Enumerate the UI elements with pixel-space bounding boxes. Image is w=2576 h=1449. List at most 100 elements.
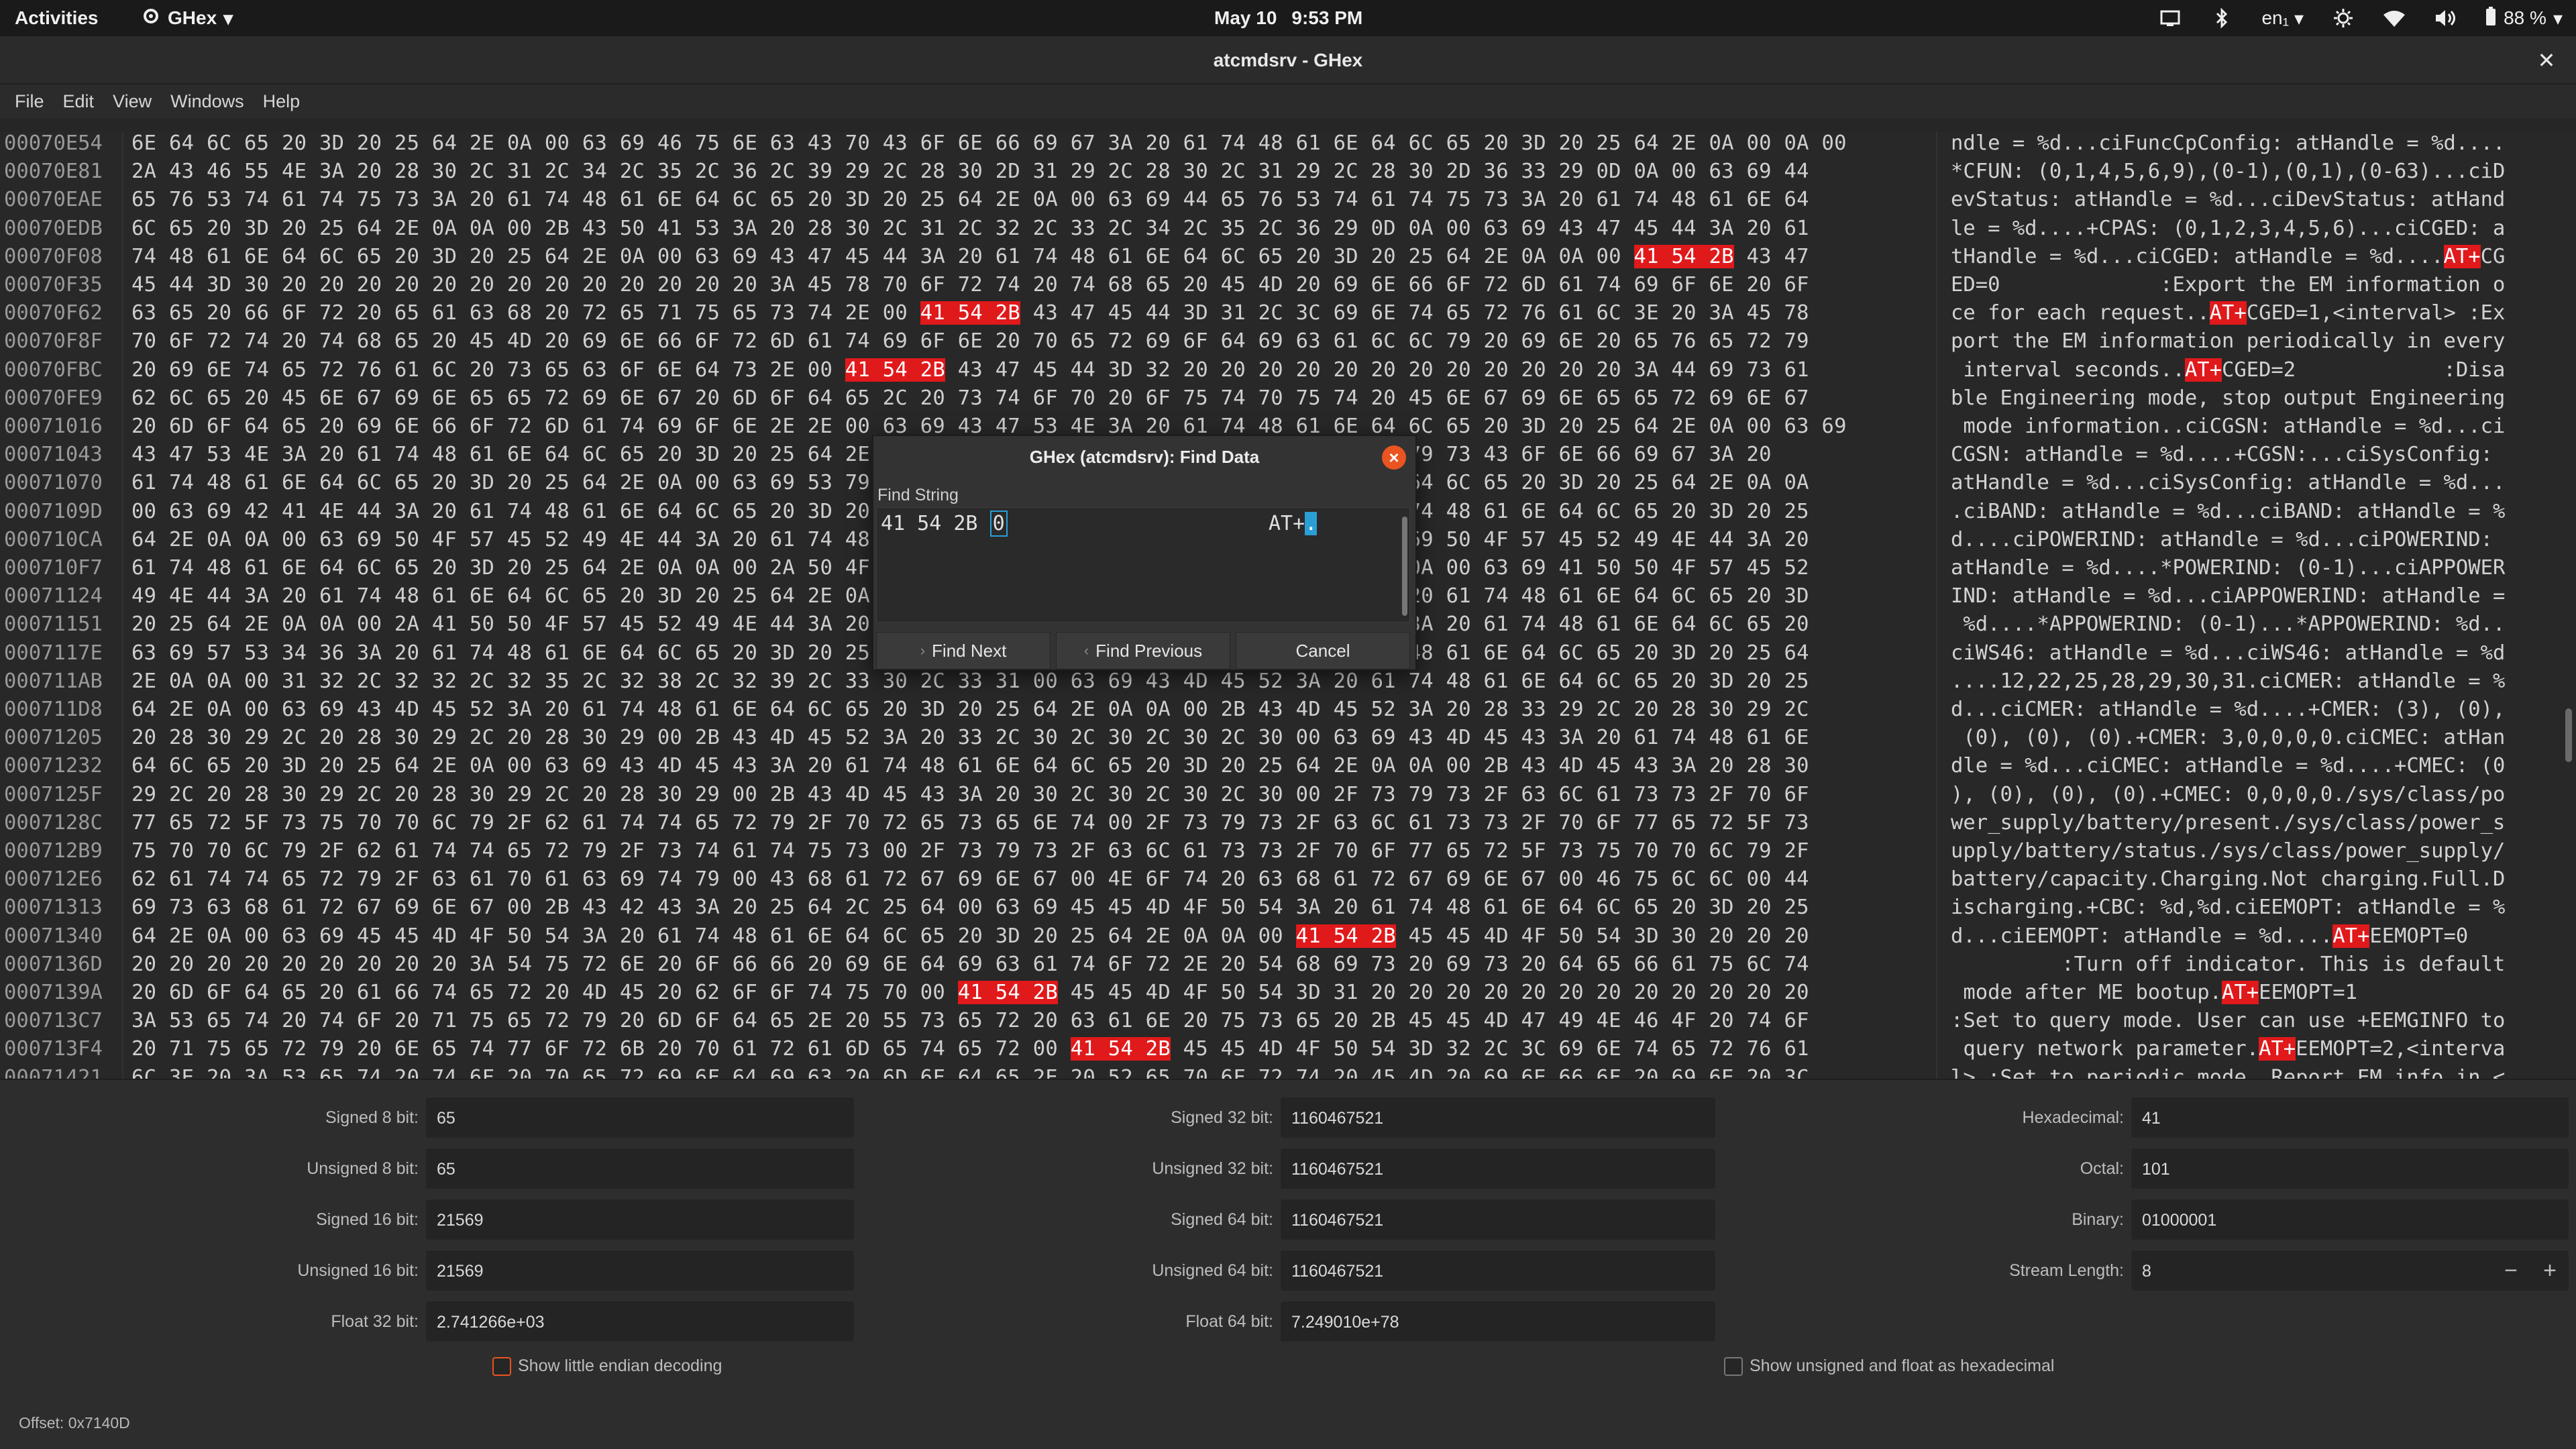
row-ascii[interactable]: ED=0 :Export the EM information o — [1951, 273, 2505, 297]
menu-help[interactable]: Help — [254, 91, 310, 112]
row-hex-bytes[interactable]: 64 2E 0A 00 63 69 43 4D 45 52 3A 20 61 7… — [131, 698, 1809, 721]
find-ascii-text[interactable]: AT+. — [1269, 512, 1318, 535]
row-hex-bytes[interactable]: 6E 64 6C 65 20 3D 20 25 64 2E 0A 00 63 6… — [131, 131, 1847, 155]
row-hex-bytes[interactable]: 62 61 74 74 65 72 79 2F 63 61 70 61 63 6… — [131, 867, 1809, 891]
little-endian-checkbox[interactable]: Show little endian decoding — [492, 1356, 722, 1376]
row-ascii[interactable]: :Turn off indicator. This is default — [1951, 953, 2505, 976]
row-hex-bytes[interactable]: 2A 43 46 55 4E 3A 20 28 30 2C 31 2C 34 2… — [131, 160, 1809, 183]
row-hex-bytes[interactable]: 2E 0A 0A 00 31 32 2C 32 32 2C 32 35 2C 3… — [131, 669, 1809, 693]
row-ascii[interactable]: (0), (0), (0).+CMER: 3,0,0,0,0.ciCMEC: a… — [1951, 726, 2505, 749]
row-ascii[interactable]: ischarging.+CBC: %d,%d.ciEEMOPT: atHandl… — [1951, 896, 2505, 919]
row-ascii[interactable]: port the EM information periodically in … — [1951, 329, 2505, 353]
screen-icon[interactable] — [2159, 7, 2182, 30]
clock-button[interactable]: May 10 9:53 PM — [1214, 0, 1362, 36]
row-hex-bytes[interactable]: 62 6C 65 20 45 6E 67 69 6E 65 65 72 69 6… — [131, 386, 1809, 410]
bluetooth-icon[interactable] — [2210, 7, 2233, 30]
row-hex-bytes[interactable]: 74 48 61 6E 64 6C 65 20 3D 20 25 64 2E 0… — [131, 244, 1809, 268]
menu-edit[interactable]: Edit — [54, 91, 104, 112]
row-hex-bytes[interactable]: 29 2C 20 28 30 29 2C 20 28 30 29 2C 20 2… — [131, 783, 1809, 806]
row-ascii[interactable]: mode after ME bootup.AT+EEMOPT=1 — [1951, 981, 2505, 1004]
row-hex-bytes[interactable]: 6C 65 20 3D 20 25 64 2E 0A 0A 00 2B 43 5… — [131, 217, 1809, 240]
unsigned-64-value[interactable]: 1160467521 — [1280, 1250, 1716, 1291]
row-ascii[interactable]: dle = %d...ciCMEC: atHandle = %d....+CME… — [1951, 754, 2505, 777]
row-hex-bytes[interactable]: 20 28 30 29 2C 20 28 30 29 2C 20 28 30 2… — [131, 726, 1809, 749]
row-hex-bytes[interactable]: 64 6C 65 20 3D 20 25 64 2E 0A 00 63 69 4… — [131, 754, 1809, 777]
row-ascii[interactable]: *CFUN: (0,1,4,5,6,9),(0-1),(0,1),(0-63).… — [1951, 160, 2505, 183]
row-hex-bytes[interactable]: 70 6F 72 74 20 74 68 65 20 45 4D 20 69 6… — [131, 329, 1809, 353]
row-ascii[interactable]: ), (0), (0), (0).+CMEC: 0,0,0,0./sys/cla… — [1951, 783, 2505, 806]
find-string-input[interactable]: 41 54 2B 0 AT+. — [876, 507, 1410, 623]
row-hex-bytes[interactable]: 69 73 63 68 61 72 67 69 6E 67 00 2B 43 4… — [131, 896, 1809, 919]
octal-value[interactable]: 101 — [2131, 1148, 2569, 1189]
row-ascii[interactable]: le = %d....+CPAS: (0,1,2,3,4,5,6)...ciCG… — [1951, 217, 2505, 240]
window-close-icon[interactable]: ✕ — [2533, 47, 2560, 74]
cancel-button[interactable]: Cancel — [1236, 632, 1410, 669]
hex-scrollbar[interactable] — [2565, 708, 2572, 762]
signed-64-value[interactable]: 1160467521 — [1280, 1199, 1716, 1240]
row-ascii[interactable]: evStatus: atHandle = %d...ciDevStatus: a… — [1951, 188, 2505, 211]
menu-windows[interactable]: Windows — [161, 91, 254, 112]
row-hex-bytes[interactable]: 63 65 20 66 6F 72 20 65 61 63 68 20 72 6… — [131, 301, 1809, 325]
menu-view[interactable]: View — [103, 91, 161, 112]
row-ascii[interactable]: CGSN: atHandle = %d....+CGSN:...ciSysCon… — [1951, 443, 2505, 466]
dialog-close-icon[interactable]: × — [1382, 445, 1406, 470]
row-hex-bytes[interactable]: 20 6D 6F 64 65 20 61 66 74 65 72 20 4D 4… — [131, 981, 1809, 1004]
row-ascii[interactable]: query network parameter.AT+EEMOPT=2,<int… — [1951, 1037, 2505, 1061]
float-64-value[interactable]: 7.249010e+78 — [1280, 1301, 1716, 1342]
row-ascii[interactable]: wer_supply/battery/present./sys/class/po… — [1951, 811, 2505, 835]
unsigned-16-value[interactable]: 21569 — [425, 1250, 855, 1291]
row-ascii[interactable]: ndle = %d...ciFuncCpConfig: atHandle = %… — [1951, 131, 2505, 155]
row-ascii[interactable]: battery/capacity.Charging.Not charging.F… — [1951, 867, 2505, 891]
find-previous-button[interactable]: ‹ Find Previous — [1056, 632, 1230, 669]
signed-16-value[interactable]: 21569 — [425, 1199, 855, 1240]
battery-indicator[interactable]: 88 % ▾ — [2485, 6, 2563, 31]
unsigned-hex-checkbox[interactable]: Show unsigned and float as hexadecimal — [1724, 1356, 2054, 1376]
row-ascii[interactable]: ciWS46: atHandle = %d...ciWS46: atHandle… — [1951, 641, 2505, 665]
row-hex-bytes[interactable]: 45 44 3D 30 20 20 20 20 20 20 20 20 20 2… — [131, 273, 1809, 297]
find-hex-text[interactable]: 41 54 2B 0 — [881, 511, 1008, 537]
row-ascii[interactable]: .ciBAND: atHandle = %d...ciBAND: atHandl… — [1951, 500, 2505, 523]
row-ascii[interactable]: :Set to query mode. User can use +EEMGIN… — [1951, 1009, 2505, 1032]
row-hex-bytes[interactable]: 20 71 75 65 72 79 20 6E 65 74 77 6F 72 6… — [131, 1037, 1809, 1061]
signed-32-value[interactable]: 1160467521 — [1280, 1097, 1716, 1138]
language-selector[interactable]: en₁ ▾ — [2261, 7, 2304, 30]
row-hex-bytes[interactable]: 20 20 20 20 20 20 20 20 20 3A 54 75 72 6… — [131, 953, 1809, 976]
unsigned-32-value[interactable]: 1160467521 — [1280, 1148, 1716, 1189]
row-ascii[interactable]: ce for each request..AT+CGED=1,<interval… — [1951, 301, 2505, 325]
dialog-scrollbar[interactable] — [1402, 517, 1407, 616]
row-hex-bytes[interactable]: 3A 53 65 74 20 74 6F 20 71 75 65 72 79 2… — [131, 1009, 1809, 1032]
row-ascii[interactable]: atHandle = %d....*POWERIND: (0-1)...ciAP… — [1951, 556, 2505, 580]
plus-icon[interactable]: + — [2530, 1250, 2569, 1291]
row-hex-bytes[interactable]: 64 2E 0A 00 63 69 45 45 4D 4F 50 54 3A 2… — [131, 924, 1809, 948]
row-ascii[interactable]: ble Engineering mode, stop output Engine… — [1951, 386, 2505, 410]
row-ascii[interactable]: tHandle = %d...ciCGED: atHandle = %d....… — [1951, 244, 2505, 268]
row-ascii[interactable]: d...ciCMER: atHandle = %d....+CMER: (3),… — [1951, 698, 2505, 721]
signed-8-value[interactable]: 65 — [425, 1097, 855, 1138]
row-hex-bytes[interactable]: 65 76 53 74 61 74 75 73 3A 20 61 74 48 6… — [131, 188, 1809, 211]
minus-icon[interactable]: − — [2491, 1250, 2530, 1291]
float-32-value[interactable]: 2.741266e+03 — [425, 1301, 855, 1342]
activities-button[interactable]: Activities — [15, 0, 99, 36]
volume-icon[interactable] — [2434, 7, 2457, 30]
find-next-button[interactable]: › Find Next — [876, 632, 1051, 669]
row-ascii[interactable]: mode information..ciCGSN: atHandle = %d.… — [1951, 415, 2505, 438]
window-titlebar[interactable]: atcmdsrv - GHex ✕ — [0, 36, 2576, 85]
hexadecimal-value[interactable]: 41 — [2131, 1097, 2569, 1138]
row-ascii[interactable]: d....ciPOWERIND: atHandle = %d...ciPOWER… — [1951, 528, 2505, 551]
night-light-icon[interactable] — [2332, 7, 2355, 30]
row-hex-bytes[interactable]: 20 69 6E 74 65 72 76 61 6C 20 73 65 63 6… — [131, 358, 1809, 382]
app-menu-button[interactable]: GHex ▾ — [141, 0, 233, 36]
row-ascii[interactable]: d...ciEEMOPT: atHandle = %d....AT+EEMOPT… — [1951, 924, 2505, 948]
row-ascii[interactable]: interval seconds..AT+CGED=2 :Disa — [1951, 358, 2505, 382]
row-ascii[interactable]: upply/battery/status./sys/class/power_su… — [1951, 839, 2505, 863]
row-hex-bytes[interactable]: 77 65 72 5F 73 75 70 70 6C 79 2F 62 61 7… — [131, 811, 1809, 835]
menu-file[interactable]: File — [5, 91, 54, 112]
row-ascii[interactable]: %d....*APPOWERIND: (0-1)...*APPOWERIND: … — [1951, 612, 2505, 636]
wifi-icon[interactable] — [2383, 7, 2406, 30]
binary-value[interactable]: 01000001 — [2131, 1199, 2569, 1240]
row-hex-bytes[interactable]: 75 70 70 6C 79 2F 62 61 74 74 65 72 79 2… — [131, 839, 1809, 863]
row-ascii[interactable]: ....12,22,25,28,29,30,31.ciCMER: atHandl… — [1951, 669, 2505, 693]
row-ascii[interactable]: IND: atHandle = %d...ciAPPOWERIND: atHan… — [1951, 584, 2505, 608]
row-ascii[interactable]: atHandle = %d...ciSysConfig: atHandle = … — [1951, 471, 2505, 494]
unsigned-8-value[interactable]: 65 — [425, 1148, 855, 1189]
